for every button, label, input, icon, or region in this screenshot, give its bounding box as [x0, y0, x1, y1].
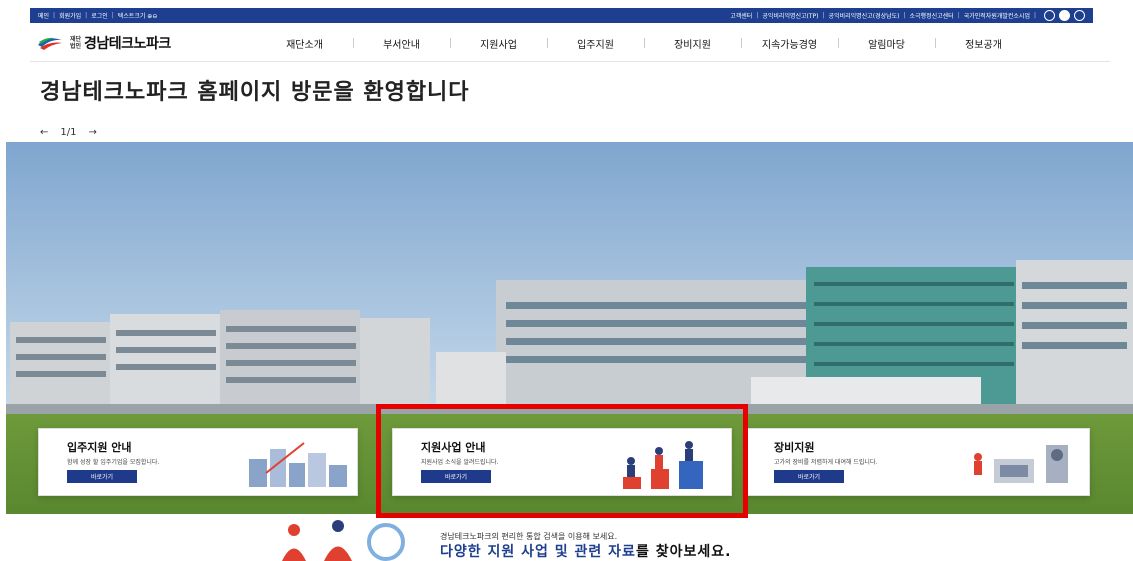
- next-slide-button[interactable]: →: [88, 127, 96, 138]
- hero-banner-image: [6, 142, 1133, 561]
- facebook-icon[interactable]: [1059, 10, 1070, 21]
- home-link[interactable]: 메인: [38, 11, 49, 20]
- logo-text: 경남테크노파크: [84, 36, 171, 52]
- menu-item-sustainability[interactable]: 지속가능경영: [741, 36, 838, 51]
- utility-links-left: 메인 | 회원가입 | 로그인 | 텍스트크기 ⊕⊖: [38, 11, 158, 20]
- menu-item-tenant-support[interactable]: 입주지원: [547, 36, 644, 51]
- signup-link[interactable]: 회원가입: [59, 11, 81, 20]
- card-go-button[interactable]: 바로가기: [774, 470, 844, 483]
- search-promo-rest: 를 찾아보세요.: [635, 544, 732, 560]
- card-title: 장비지원: [774, 441, 815, 454]
- whistleblow-gn-link[interactable]: 공익비리익명신고(경상남도): [829, 11, 900, 20]
- youtube-icon[interactable]: [1074, 10, 1085, 21]
- text-size-control[interactable]: 텍스트크기 ⊕⊖: [118, 11, 158, 20]
- card-title: 입주지원 안내: [67, 441, 132, 454]
- customer-center-link[interactable]: 고객센터: [730, 11, 752, 20]
- main-navigation: 재단 법인 경남테크노파크 재단소개 부서안내 지원사업 입주지원 장비지원 지…: [36, 28, 1096, 58]
- header-divider: [30, 61, 1110, 62]
- menu-item-departments[interactable]: 부서안내: [353, 36, 450, 51]
- whistleblow-tp-link[interactable]: 공익비리익명신고(TP): [762, 11, 818, 20]
- welcome-heading: 경남테크노파크 홈페이지 방문을 환영합니다: [40, 80, 470, 105]
- search-promo-highlight: 다양한 지원 사업 및 관련 자료: [440, 544, 636, 560]
- consortium-link[interactable]: 국가인적자원개발컨소시엄: [964, 11, 1030, 20]
- card-equipment-support: 장비지원 고가의 장비를 저렴하게 대여해 드립니다. 바로가기: [745, 428, 1090, 496]
- equipment-illustration-icon: [974, 445, 1068, 483]
- menu-item-notices[interactable]: 알림마당: [838, 36, 935, 51]
- blog-icon[interactable]: [1044, 10, 1055, 21]
- card-description: 고가의 장비를 저렴하게 대여해 드립니다.: [774, 459, 878, 466]
- search-people-illustration-icon: [282, 520, 405, 561]
- menu-item-foundation[interactable]: 재단소개: [256, 36, 353, 51]
- login-link[interactable]: 로그인: [91, 11, 108, 20]
- menu-item-support-programs[interactable]: 지원사업: [450, 36, 547, 51]
- teamwork-illustration-icon: [623, 441, 703, 489]
- menu-item-equipment[interactable]: 장비지원: [644, 36, 741, 51]
- search-promo-headline: 다양한 지원 사업 및 관련 자료를 찾아보세요.: [440, 541, 731, 561]
- slide-counter: 1/1: [60, 127, 77, 138]
- top-utility-bar: 메인 | 회원가입 | 로그인 | 텍스트크기 ⊕⊖ 고객센터 | 공익비리익명신고(T…: [30, 8, 1093, 23]
- menu-item-disclosure[interactable]: 정보공개: [935, 36, 1032, 51]
- buildings-illustration-icon: [249, 442, 347, 487]
- logo-foundation-label: 재단 법인: [70, 36, 82, 50]
- card-support-programs: 지원사업 안내 지원사업 소식을 알려드립니다. 바로가기: [392, 428, 732, 496]
- card-title: 지원사업 안내: [421, 441, 486, 454]
- card-tenant-support: 입주지원 안내 함께 성장 할 입주기업을 모집합니다. 바로가기: [38, 428, 358, 496]
- passive-admin-report-link[interactable]: 소극행정신고센터: [910, 11, 954, 20]
- utility-links-right: 고객센터 | 공익비리익명신고(TP) | 공익비리익명신고(경상남도) | 소극행정…: [730, 10, 1085, 21]
- logo-swoosh-icon: [38, 37, 62, 50]
- prev-slide-button[interactable]: ←: [40, 127, 48, 138]
- slide-pager: ← 1/1 →: [40, 127, 97, 138]
- card-go-button[interactable]: 바로가기: [67, 470, 137, 483]
- card-description: 지원사업 소식을 알려드립니다.: [421, 459, 499, 466]
- card-go-button[interactable]: 바로가기: [421, 470, 491, 483]
- menu-bar: 재단소개 부서안내 지원사업 입주지원 장비지원 지속가능경영 알림마당 정보공…: [256, 36, 1096, 51]
- site-logo[interactable]: 재단 법인 경남테크노파크: [36, 33, 256, 53]
- card-description: 함께 성장 할 입주기업을 모집합니다.: [67, 459, 160, 466]
